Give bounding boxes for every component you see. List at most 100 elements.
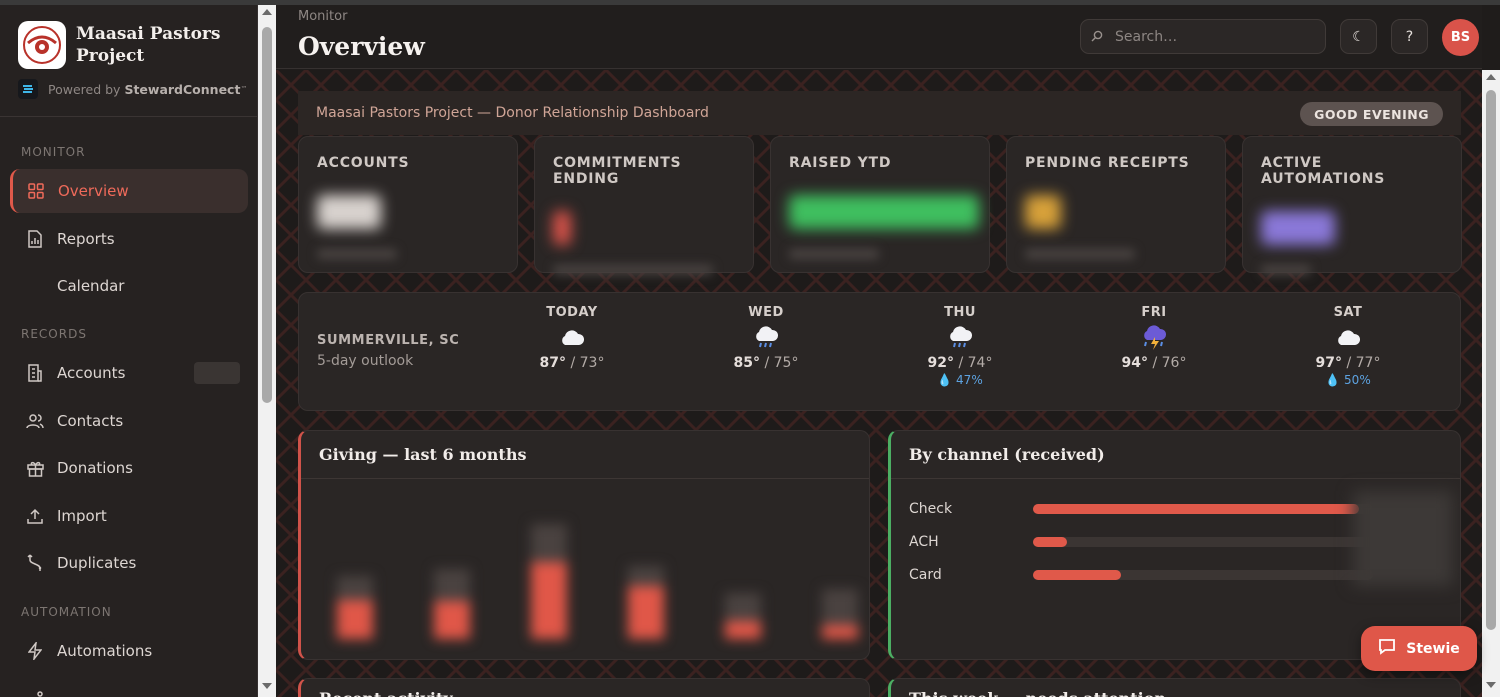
sidebar: Maasai Pastors Project Powered by Stewar… [0, 5, 258, 697]
sidebar-item-donations[interactable]: Donations [10, 446, 248, 490]
calendar-icon [26, 277, 44, 295]
giving-bar-received [434, 601, 470, 639]
stewardconnect-logo-icon [18, 79, 38, 99]
sidebar-item-import[interactable]: Import [10, 494, 248, 538]
weather-temps: 94° / 76° [1121, 355, 1187, 371]
sidebar-scroll-thumb[interactable] [262, 27, 272, 403]
storm-cloud-icon [1094, 325, 1214, 351]
org-name: Maasai Pastors Project [76, 24, 221, 66]
sidebar-item-next[interactable] [10, 677, 248, 697]
temp-high: 94° [1121, 355, 1149, 371]
channel-bar-track [1033, 537, 1373, 547]
dashboard-banner: Maasai Pastors Project — Donor Relations… [298, 91, 1461, 135]
attention-panel: This week — needs attention [888, 678, 1461, 697]
temp-low: 73° [579, 355, 605, 371]
temp-low: 75° [773, 355, 799, 371]
brand[interactable]: Maasai Pastors Project [0, 5, 257, 69]
sidebar-scrollbar[interactable] [258, 5, 276, 697]
search-icon [1091, 27, 1103, 46]
giving-bar-pending [822, 589, 858, 625]
weather-day-name: TODAY [546, 305, 598, 320]
kpi-card-raised-ytd[interactable]: RAISED YTD [770, 136, 990, 273]
kpi-card-commitments-ending[interactable]: COMMITMENTS ENDING [534, 136, 754, 275]
kpi-card-active-automations[interactable]: ACTIVE AUTOMATIONS [1242, 136, 1462, 275]
temp-high: 85° [733, 355, 761, 371]
sidebar-item-overview[interactable]: Overview [10, 169, 248, 213]
kpi-value-redacted [1025, 195, 1061, 229]
stewie-chat-button[interactable]: Stewie [1361, 626, 1477, 671]
sidebar-item-contacts[interactable]: Contacts [10, 399, 248, 443]
kpi-subtext-redacted [1261, 265, 1311, 275]
temp-high: 97° [1315, 355, 1343, 371]
sidebar-item-label: Calendar [57, 277, 125, 295]
sidebar-item-label: Contacts [57, 412, 124, 430]
help-button[interactable]: ? [1391, 19, 1428, 54]
temp-high: 87° [539, 355, 567, 371]
sidebar-item-duplicates[interactable]: Duplicates [10, 541, 248, 585]
breadcrumb[interactable]: Monitor [298, 9, 347, 24]
giving-bar [337, 576, 373, 639]
avatar[interactable]: BS [1442, 19, 1479, 56]
main-area: Monitor Overview ☾ ? BS Maasai Pastors P… [276, 5, 1482, 697]
weather-day: THU 92° / 74° 💧 47% [900, 305, 1020, 387]
giving-bar-received [628, 586, 664, 639]
rain-cloud-icon [706, 325, 826, 351]
scroll-up-arrow-icon[interactable] [1486, 74, 1496, 80]
kpi-label: COMMITMENTS ENDING [553, 155, 682, 187]
channel-values-redacted [1353, 491, 1453, 586]
kpi-value-redacted [553, 211, 571, 245]
kpi-subtext-redacted [789, 249, 879, 259]
powered-by: Powered by StewardConnect ™ [18, 79, 257, 99]
kpi-value-redacted [1261, 211, 1335, 245]
route-icon [26, 690, 44, 697]
cloud-icon [1288, 325, 1408, 351]
powered-prefix: Powered by [48, 81, 121, 97]
sidebar-item-label: Import [57, 507, 107, 525]
sidebar-item-automations[interactable]: Automations [10, 629, 248, 673]
sidebar-item-reports[interactable]: Reports [10, 217, 248, 261]
main-scroll-thumb[interactable] [1486, 90, 1496, 630]
theme-toggle-button[interactable]: ☾ [1340, 19, 1377, 54]
recent-activity-title: Recent activity [319, 689, 453, 697]
weather-temps: 87° / 73° [539, 355, 605, 371]
giving-panel: Giving — last 6 months [298, 430, 870, 660]
dashboard-content: Maasai Pastors Project — Donor Relations… [276, 70, 1482, 697]
stewie-label: Stewie [1406, 640, 1460, 657]
moon-icon: ☾ [1352, 28, 1365, 45]
temp-low: 77° [1355, 355, 1381, 371]
sidebar-item-calendar[interactable]: Calendar [10, 264, 248, 308]
weather-day-name: SAT [1333, 305, 1363, 320]
sidebar-item-label: Reports [57, 230, 115, 248]
cloud-icon [512, 325, 632, 351]
temp-low: 74° [967, 355, 993, 371]
org-logo-icon [18, 21, 66, 69]
channel-panel-title: By channel (received) [891, 431, 1460, 479]
kpi-card-pending-receipts[interactable]: PENDING RECEIPTS [1006, 136, 1226, 273]
weather-temps: 92° / 74° [927, 355, 993, 371]
weather-widget: SUMMERVILLE, SC 5-day outlook TODAY 87° … [298, 292, 1461, 411]
weather-day-name: FRI [1141, 305, 1167, 320]
giving-bar-pending [434, 569, 470, 601]
giving-bar-received [725, 621, 761, 639]
sidebar-divider [0, 116, 257, 117]
scroll-down-arrow-icon[interactable] [262, 683, 272, 689]
accounts-count-badge [194, 362, 240, 384]
search-box[interactable] [1080, 19, 1326, 54]
search-input[interactable] [1115, 28, 1315, 45]
users-icon [26, 412, 44, 430]
main-scrollbar[interactable] [1482, 70, 1500, 697]
sidebar-item-label: Accounts [57, 364, 126, 382]
scroll-up-arrow-icon[interactable] [262, 9, 272, 15]
sidebar-item-label: Automations [57, 642, 153, 660]
kpi-subtext-redacted [553, 265, 713, 275]
banner-text: Maasai Pastors Project — Donor Relations… [316, 105, 709, 121]
report-icon [26, 230, 44, 248]
kpi-value-redacted [789, 195, 979, 229]
weather-day: SAT 97° / 77° 💧 50% [1288, 305, 1408, 387]
help-icon: ? [1405, 28, 1414, 45]
kpi-card-accounts[interactable]: ACCOUNTS [298, 136, 518, 273]
kpi-subtext-redacted [1025, 249, 1135, 259]
scroll-down-arrow-icon[interactable] [1486, 682, 1496, 688]
sidebar-item-accounts[interactable]: Accounts [10, 351, 248, 395]
precip-value: 50% [1344, 373, 1371, 387]
